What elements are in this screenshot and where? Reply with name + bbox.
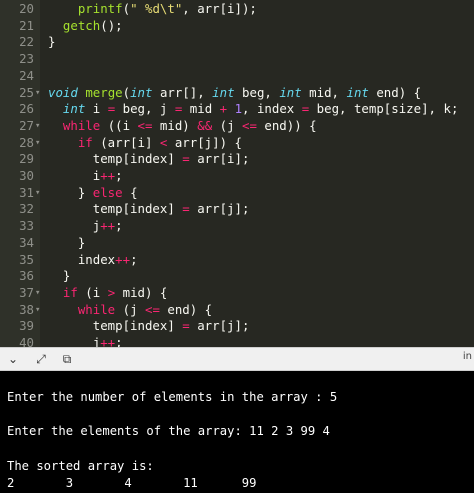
line-number: 27 xyxy=(19,117,34,133)
fold-arrow-icon[interactable]: ▾ xyxy=(35,302,43,319)
line-number: 35 xyxy=(19,251,34,267)
code-line[interactable]: 36 } xyxy=(0,268,474,285)
code-line[interactable]: 37 ▾ if (i > mid) { xyxy=(0,285,474,302)
output-console: Enter the number of elements in the arra… xyxy=(0,371,474,493)
line-number: 32 xyxy=(19,201,34,217)
console-toolbar: ⌄ ⤢ ⧉ in xyxy=(0,347,474,371)
copy-icon[interactable]: ⧉ xyxy=(60,352,74,366)
fold-arrow-icon[interactable]: ▾ xyxy=(35,118,43,135)
code-text: } xyxy=(48,34,56,50)
code-line[interactable]: 24 xyxy=(0,68,474,85)
console-line: Enter the elements of the array: 11 2 3 … xyxy=(7,424,330,439)
code-text: while ((i <= mid) && (j <= end)) { xyxy=(62,117,317,133)
fold-arrow-icon[interactable]: ▾ xyxy=(35,85,43,102)
line-number: 28 xyxy=(19,134,34,150)
console-line: 2 3 4 11 99 xyxy=(7,476,257,490)
code-editor[interactable]: 20 printf(" %d\t", arr[i]); 21 getch(); 22… xyxy=(0,0,474,347)
console-line: Enter the number of elements in the arra… xyxy=(7,390,338,404)
line-number: 29 xyxy=(19,151,34,167)
fold-arrow-icon[interactable]: ▾ xyxy=(35,185,43,202)
line-number: 20 xyxy=(19,1,34,16)
line-number: 34 xyxy=(19,234,34,250)
line-number: 24 xyxy=(19,67,34,83)
fold-arrow-icon[interactable]: ▾ xyxy=(35,285,43,302)
code-text: printf(" %d\t", arr[i]); xyxy=(77,1,257,16)
code-line[interactable]: 20 printf(" %d\t", arr[i]); xyxy=(0,1,474,18)
code-line[interactable]: 22} xyxy=(0,34,474,51)
code-line[interactable]: 38 ▾ while (j <= end) { xyxy=(0,302,474,319)
code-text: if (i > mid) { xyxy=(62,284,168,300)
fold-arrow-icon[interactable]: ▾ xyxy=(35,135,43,152)
code-text: } else { xyxy=(48,184,138,200)
code-line[interactable]: 23 xyxy=(0,51,474,68)
code-line[interactable]: 32 temp[index] = arr[j]; xyxy=(0,201,474,218)
code-line[interactable]: 39 temp[index] = arr[j]; xyxy=(0,318,474,335)
code-text: temp[index] = arr[j]; xyxy=(48,318,250,334)
code-text: index++; xyxy=(48,251,138,267)
code-line[interactable]: 27 ▾ while ((i <= mid) && (j <= end)) { xyxy=(0,118,474,135)
line-number: 40 xyxy=(19,335,34,347)
line-number: 30 xyxy=(19,168,34,183)
code-text: j++; xyxy=(48,335,123,347)
code-line[interactable]: 40 j++; xyxy=(0,335,474,347)
code-text: while (j <= end) { xyxy=(77,301,213,317)
line-number: 21 xyxy=(19,17,34,33)
code-line[interactable]: 30 i++; xyxy=(0,168,474,185)
chevron-down-icon[interactable]: ⌄ xyxy=(6,352,20,366)
code-text: if (arr[i] < arr[j]) { xyxy=(77,134,242,150)
code-text: getch(); xyxy=(62,17,123,33)
code-text: temp[index] = arr[i]; xyxy=(48,151,250,167)
line-number: 33 xyxy=(19,218,34,234)
code-line[interactable]: 33 j++; xyxy=(0,218,474,235)
line-number: 25 xyxy=(19,84,34,100)
code-text: } xyxy=(48,234,86,250)
code-line[interactable]: 34 } xyxy=(0,235,474,252)
line-number: 22 xyxy=(19,34,34,50)
code-text: } xyxy=(48,268,71,284)
code-line[interactable]: 21 getch(); xyxy=(0,18,474,35)
line-number: 36 xyxy=(19,268,34,284)
toolbar-right-text: in xyxy=(462,351,472,362)
line-number: 39 xyxy=(19,318,34,334)
code-text: int i = beg, j = mid + 1, index = beg, t… xyxy=(62,101,459,117)
line-number: 26 xyxy=(19,101,34,117)
line-number: 37 xyxy=(19,284,34,300)
line-number: 31 xyxy=(19,184,34,200)
code-line[interactable]: 28 ▾ if (arr[i] < arr[j]) { xyxy=(0,135,474,152)
code-line[interactable]: 26 int i = beg, j = mid + 1, index = beg… xyxy=(0,101,474,118)
line-number: 38 xyxy=(19,301,34,317)
code-line[interactable]: 29 temp[index] = arr[i]; xyxy=(0,151,474,168)
code-text: i++; xyxy=(48,168,123,183)
code-line[interactable]: 25 ▾ void merge(int arr[], int beg, int mi… xyxy=(0,85,474,102)
console-line: The sorted array is: xyxy=(7,458,154,473)
code-line[interactable]: 35 index++; xyxy=(0,252,474,269)
code-text: temp[index] = arr[j]; xyxy=(48,201,250,217)
expand-icon[interactable]: ⤢ xyxy=(34,352,48,366)
code-text: j++; xyxy=(48,218,123,234)
line-number: 23 xyxy=(19,51,34,67)
code-line[interactable]: 31 ▾ } else { xyxy=(0,185,474,202)
code-text: void merge(int arr[], int beg, int mid, … xyxy=(48,84,422,100)
